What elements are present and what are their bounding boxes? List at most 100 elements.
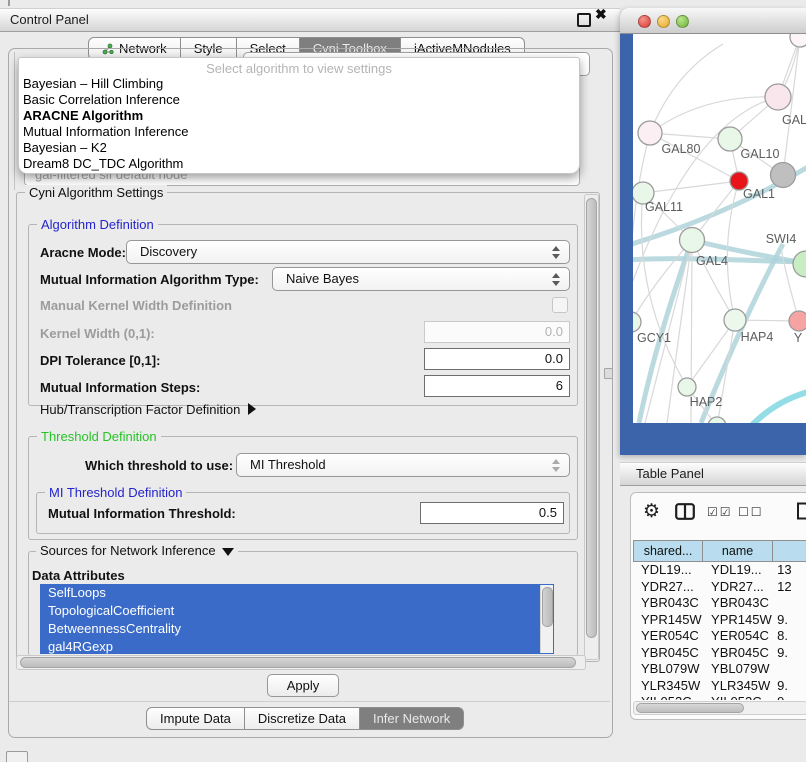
network-node[interactable] xyxy=(790,34,806,47)
network-edge[interactable] xyxy=(643,181,739,193)
table-row[interactable]: YER054CYER054C8. xyxy=(633,628,806,645)
column-header-clipped[interactable] xyxy=(773,540,806,562)
network-canvas[interactable]: GALGAL80GAL10GAL1GAL11GAL4SWI4GCY1HAP4YH… xyxy=(633,34,806,423)
sources-title-row[interactable]: Sources for Network Inference xyxy=(36,543,238,558)
column-view-icon[interactable] xyxy=(675,503,695,523)
column-header-name[interactable]: name xyxy=(703,540,773,562)
dropdown-prompt: Select algorithm to view settings xyxy=(19,61,579,76)
table-horizontal-scrollbar[interactable] xyxy=(633,701,806,715)
data-attributes-list[interactable]: SelfLoopsTopologicalCoefficientBetweenne… xyxy=(40,584,554,654)
network-node[interactable] xyxy=(789,311,806,331)
hub-definition-expander[interactable]: Hub/Transcription Factor Definition xyxy=(40,402,256,417)
stepper-icon xyxy=(551,458,560,473)
table-row[interactable]: YIL052CYIL052C9 xyxy=(633,694,806,700)
table-cell: YDL19... xyxy=(703,562,773,579)
which-threshold-combo[interactable]: MI Threshold xyxy=(236,453,570,477)
table-cell: YIL052C xyxy=(633,694,703,700)
algorithm-option-bayesian-hill-climbing[interactable]: Bayesian – Hill Climbing xyxy=(21,76,577,92)
table-row[interactable]: YBL079WYBL079W xyxy=(633,661,806,678)
network-node[interactable] xyxy=(633,312,641,332)
mi-threshold-field[interactable]: 0.5 xyxy=(420,502,564,524)
mi-steps-field[interactable]: 6 xyxy=(424,375,570,397)
network-edge[interactable] xyxy=(650,44,723,133)
tab-discretize-data[interactable]: Discretize Data xyxy=(245,707,360,730)
algorithm-option-bayesian-k2[interactable]: Bayesian – K2 xyxy=(21,140,577,156)
algorithm-option-dream8-dc-tdc-algorithm[interactable]: Dream8 DC_TDC Algorithm xyxy=(21,156,577,172)
manual-kernel-checkbox[interactable] xyxy=(552,297,568,313)
network-edge[interactable] xyxy=(633,240,692,322)
network-node[interactable] xyxy=(765,84,791,110)
close-icon[interactable]: ✖ xyxy=(595,6,607,23)
network-node-label: GAL xyxy=(782,113,806,127)
table-row[interactable]: YBR043CYBR043C xyxy=(633,595,806,612)
tab-impute-data[interactable]: Impute Data xyxy=(146,707,245,730)
deselect-all-checks-icon[interactable]: ☐☐ xyxy=(738,505,764,519)
new-table-icon[interactable] xyxy=(796,502,806,523)
algorithm-definition-title: Algorithm Definition xyxy=(37,217,158,232)
network-node[interactable] xyxy=(724,309,746,331)
dropdown-items: Bayesian – Hill ClimbingBasic Correlatio… xyxy=(21,76,577,172)
scrollbar-thumb[interactable] xyxy=(636,703,744,713)
algorithm-option-basic-correlation-inference[interactable]: Basic Correlation Inference xyxy=(21,92,577,108)
float-window-icon[interactable] xyxy=(577,13,591,27)
table-row[interactable]: YLR345WYLR345W9. xyxy=(633,678,806,695)
table-row[interactable]: YDR27...YDR27...12 xyxy=(633,579,806,596)
table-row[interactable]: YDL19...YDL19...13 xyxy=(633,562,806,579)
node-table: shared...name YDL19...YDL19...13YDR27...… xyxy=(633,540,806,700)
attribute-item-betweennesscentrality[interactable]: BetweennessCentrality xyxy=(40,620,554,638)
mi-type-combo[interactable]: Naive Bayes xyxy=(272,267,570,291)
zoom-traffic-light-icon[interactable] xyxy=(676,15,689,28)
network-edge[interactable] xyxy=(650,97,778,133)
scrollbar-thumb[interactable] xyxy=(542,587,553,627)
apply-button[interactable]: Apply xyxy=(267,674,339,697)
network-node[interactable] xyxy=(680,228,705,253)
collapse-down-icon xyxy=(222,548,234,556)
sources-title: Sources for Network Inference xyxy=(40,543,216,558)
attribute-item-topologicalcoefficient[interactable]: TopologicalCoefficient xyxy=(40,602,554,620)
network-edge[interactable] xyxy=(641,193,687,387)
network-node-label: GAL11 xyxy=(645,200,683,214)
scrollbar-thumb[interactable] xyxy=(586,198,597,638)
table-panel-title: Table Panel xyxy=(620,466,704,481)
network-node[interactable] xyxy=(638,121,662,145)
dpi-tolerance-field[interactable]: 0.0 xyxy=(424,348,570,370)
mi-type-label: Mutual Information Algorithm Type: xyxy=(40,272,259,287)
network-graph: GALGAL80GAL10GAL1GAL11GAL4SWI4GCY1HAP4YH… xyxy=(633,34,806,423)
network-node[interactable] xyxy=(793,251,806,277)
algorithm-option-mutual-information-inference[interactable]: Mutual Information Inference xyxy=(21,124,577,140)
settings-vertical-scrollbar[interactable] xyxy=(584,194,599,660)
select-all-checks-icon[interactable]: ☑☑ xyxy=(707,505,733,519)
table-row[interactable]: YBR045CYBR045C9. xyxy=(633,645,806,662)
table-cell: YDR27... xyxy=(703,579,773,596)
scrollbar-thumb[interactable] xyxy=(20,657,576,668)
attribute-item-gal4rgexp[interactable]: gal4RGexp xyxy=(40,638,554,654)
table-row[interactable]: YPR145WYPR145W9. xyxy=(633,612,806,629)
attribute-item-selfloops[interactable]: SelfLoops xyxy=(40,584,554,602)
threshold-definition-title: Threshold Definition xyxy=(37,429,161,444)
application-window: Control Panel ✖ NetworkStyleSelectCyni T… xyxy=(0,0,806,762)
tab-infer-network[interactable]: Infer Network xyxy=(360,707,464,730)
aracne-mode-combo[interactable]: Discovery xyxy=(126,240,570,264)
tab-label: Infer Network xyxy=(373,708,450,729)
splitter-handle[interactable] xyxy=(604,368,613,379)
list-scrollbar[interactable] xyxy=(540,585,553,653)
network-view-window: GALGAL80GAL10GAL1GAL11GAL4SWI4GCY1HAP4YH… xyxy=(620,8,806,455)
network-window-titlebar[interactable] xyxy=(620,8,806,34)
column-header-shared[interactable]: shared... xyxy=(633,540,703,562)
corner-widget-icon[interactable] xyxy=(6,751,28,762)
network-edge[interactable] xyxy=(751,390,806,423)
network-node[interactable] xyxy=(718,127,742,151)
settings-horizontal-scrollbar[interactable] xyxy=(16,655,586,670)
minimize-traffic-light-icon[interactable] xyxy=(657,15,670,28)
mi-steps-label: Mutual Information Steps: xyxy=(40,380,200,395)
mi-type-value: Naive Bayes xyxy=(286,271,359,286)
network-node[interactable] xyxy=(771,163,796,188)
dpi-tolerance-label: DPI Tolerance [0,1]: xyxy=(40,353,160,368)
control-panel-titlebar: Control Panel xyxy=(0,8,620,32)
close-traffic-light-icon[interactable] xyxy=(638,15,651,28)
settings-gear-icon[interactable]: ⚙ xyxy=(643,502,660,521)
kernel-width-field[interactable]: 0.0 xyxy=(424,321,570,343)
algorithm-option-aracne-algorithm[interactable]: ARACNE Algorithm xyxy=(21,108,577,124)
control-panel-title: Control Panel xyxy=(0,12,89,27)
network-node[interactable] xyxy=(678,378,696,396)
